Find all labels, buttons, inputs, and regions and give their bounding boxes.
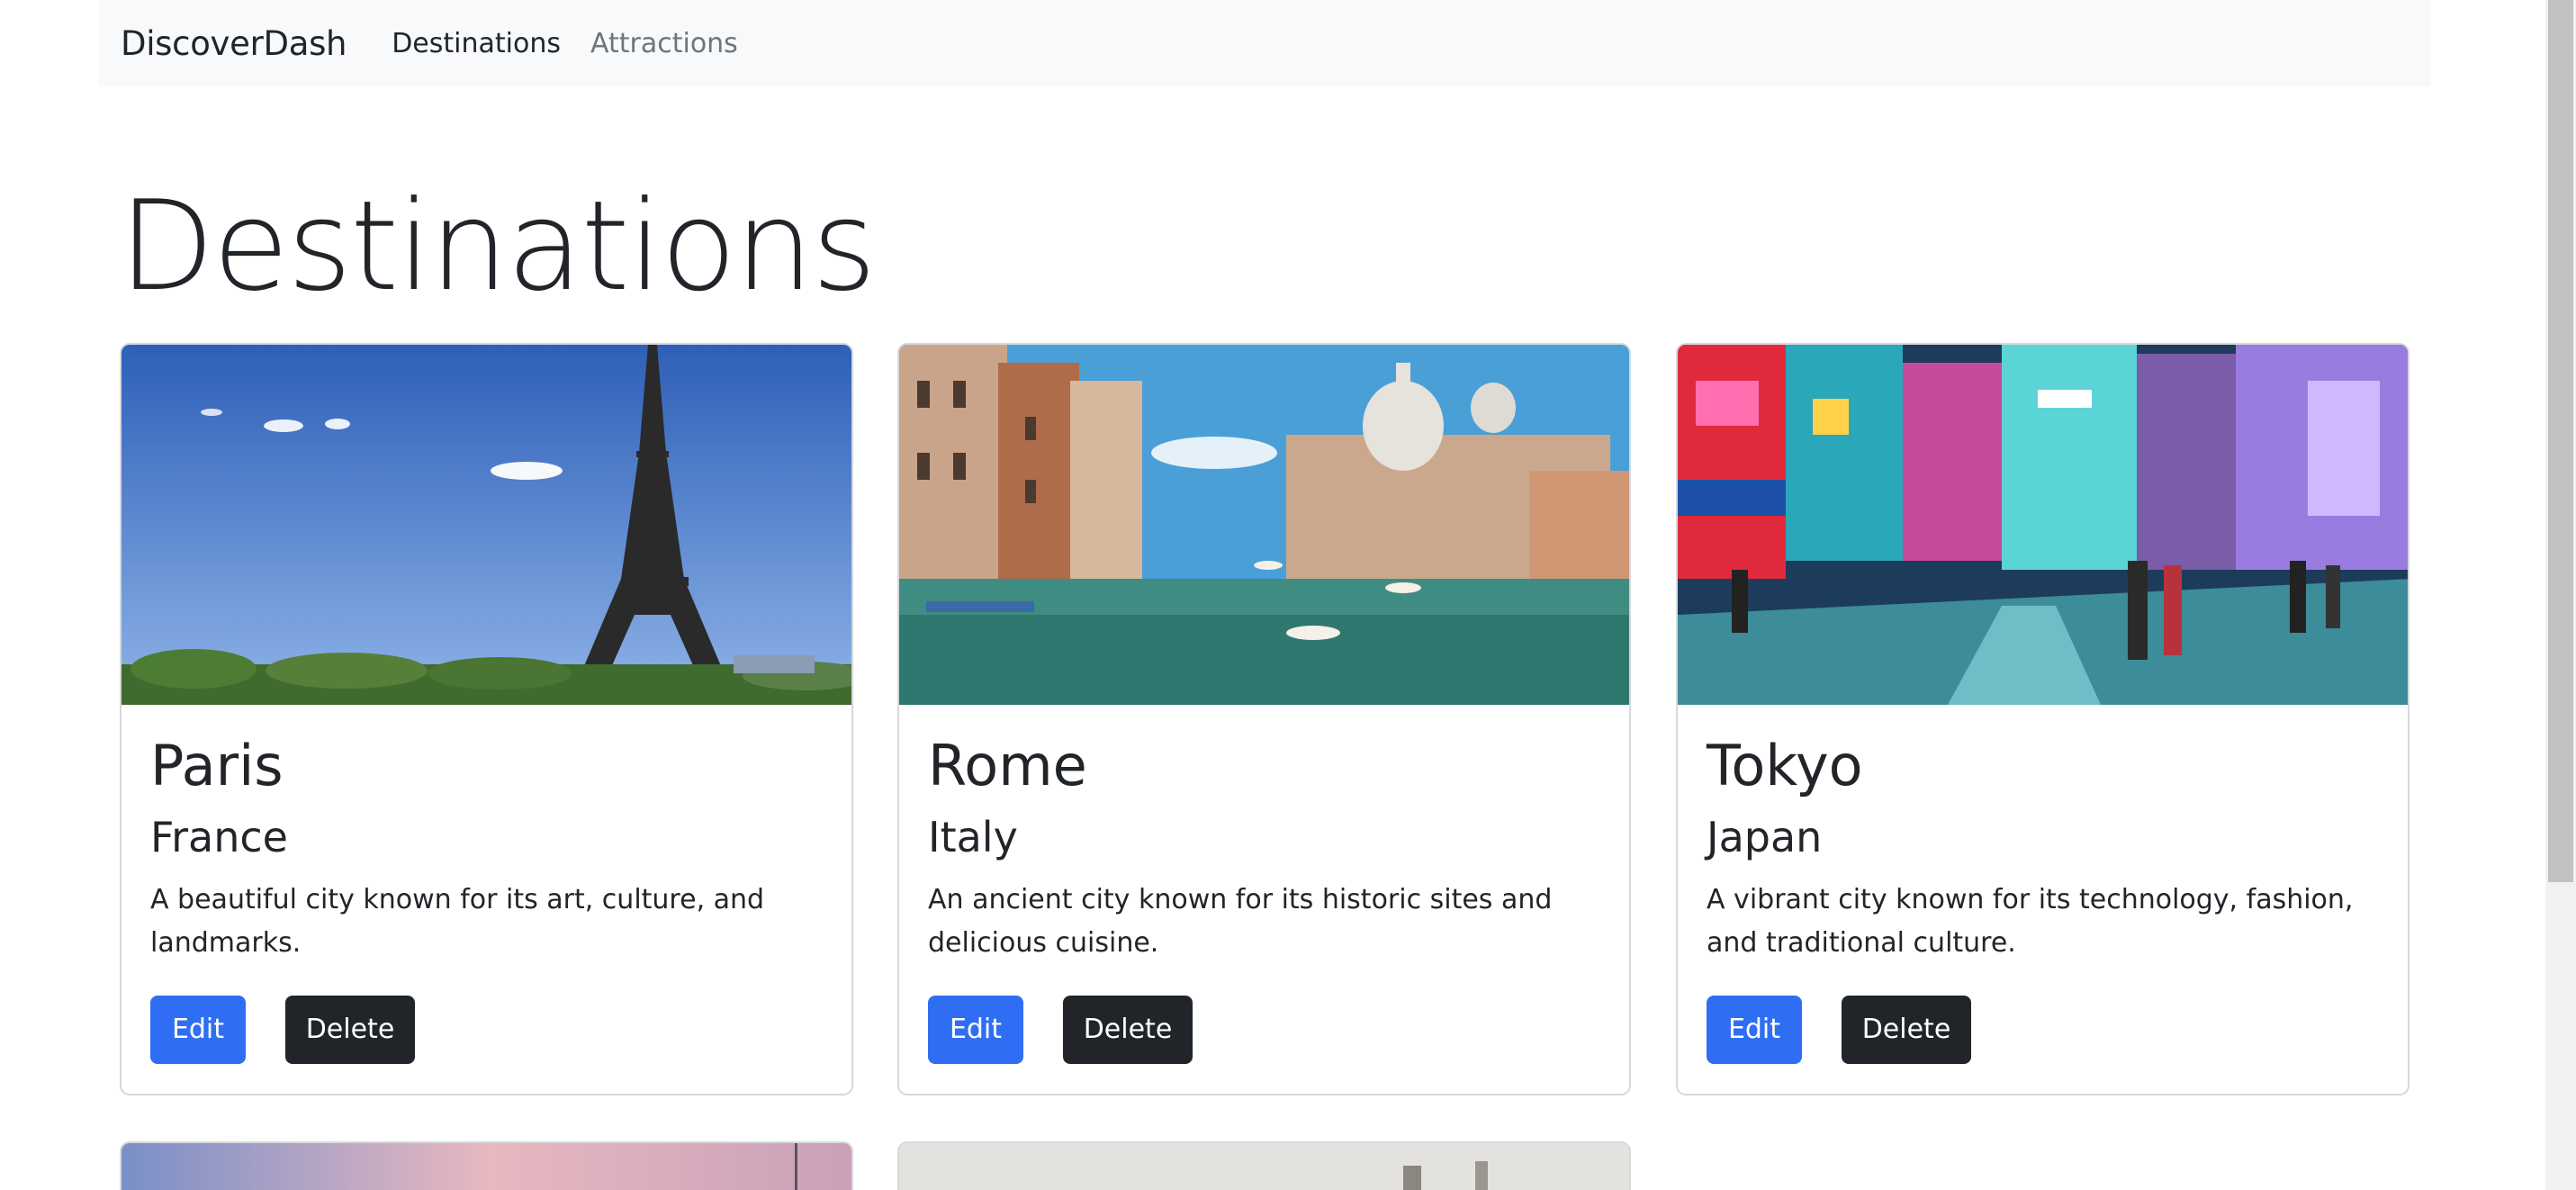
destination-image-rome bbox=[899, 345, 1629, 705]
card-city: Tokyo bbox=[1707, 733, 1863, 798]
destination-card-rome: Rome Italy An ancient city known for its… bbox=[897, 343, 1631, 1095]
destination-image-partial-2 bbox=[899, 1143, 1629, 1190]
card-description: A vibrant city known for its technology,… bbox=[1707, 883, 2354, 959]
nav-link-destinations[interactable]: Destinations bbox=[392, 28, 561, 59]
page-title: Destinations bbox=[119, 174, 877, 319]
destination-image-partial-1 bbox=[122, 1143, 851, 1190]
delete-button[interactable]: Delete bbox=[1063, 995, 1193, 1064]
card-description: An ancient city known for its historic s… bbox=[928, 883, 1553, 959]
delete-button[interactable]: Delete bbox=[285, 995, 415, 1064]
destination-image-tokyo bbox=[1678, 345, 2408, 705]
nav-link-attractions[interactable]: Attractions bbox=[590, 28, 738, 59]
edit-button[interactable]: Edit bbox=[928, 995, 1023, 1064]
card-country: France bbox=[150, 813, 288, 862]
edit-button[interactable]: Edit bbox=[150, 995, 246, 1064]
scrollbar-thumb[interactable] bbox=[2548, 0, 2573, 882]
card-description: A beautiful city known for its art, cult… bbox=[150, 883, 765, 959]
destination-card-tokyo: Tokyo Japan A vibrant city known for its… bbox=[1676, 343, 2409, 1095]
edit-button[interactable]: Edit bbox=[1707, 995, 1802, 1064]
app-viewport: DiscoverDash Destinations Attractions De… bbox=[0, 0, 2576, 1190]
card-country: Italy bbox=[928, 813, 1018, 862]
card-city: Paris bbox=[150, 733, 284, 798]
destination-card-paris: Paris France A beautiful city known for … bbox=[120, 343, 853, 1095]
destination-card-partial-2 bbox=[897, 1141, 1631, 1190]
card-city: Rome bbox=[928, 733, 1087, 798]
navbar: DiscoverDash Destinations Attractions bbox=[99, 0, 2431, 86]
delete-button[interactable]: Delete bbox=[1842, 995, 1971, 1064]
card-country: Japan bbox=[1707, 813, 1823, 862]
destination-image-paris bbox=[122, 345, 851, 705]
brand-link[interactable]: DiscoverDash bbox=[121, 24, 347, 63]
destination-card-partial-1 bbox=[120, 1141, 853, 1190]
